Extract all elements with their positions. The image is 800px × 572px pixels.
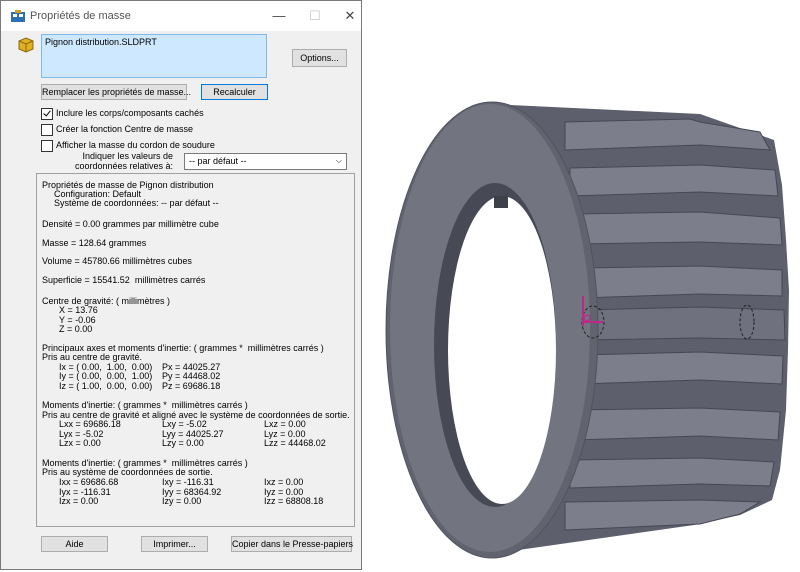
- inertia-izz: Izz = 68808.18: [264, 496, 324, 506]
- inertia-lzx: Lzx = 0.00: [59, 438, 101, 448]
- chevron-down-icon[interactable]: ⌵: [336, 156, 342, 166]
- checkbox-label: Créer la fonction Centre de masse: [56, 124, 194, 134]
- print-button[interactable]: Imprimer...: [141, 536, 208, 552]
- principal-py: Py = 44468.02: [162, 371, 221, 381]
- inertia-cog-title: Moments d'inertie: ( grammes * millimètr…: [42, 400, 248, 410]
- principal-axes-subtitle: Pris au centre de gravité.: [42, 352, 143, 362]
- inertia-lzz: Lzz = 44468.02: [264, 438, 326, 448]
- help-button[interactable]: Aide: [41, 536, 108, 552]
- inertia-izy: Izy = 0.00: [162, 496, 202, 506]
- selection-list[interactable]: Pignon distribution.SLDPRT: [41, 34, 267, 78]
- minimize-button[interactable]: —: [263, 4, 295, 28]
- mass-properties-dialog: Propriétés de masse — ☐ ✕ Pignon distrib…: [0, 0, 362, 570]
- cog-z: Z = 0.00: [59, 324, 93, 334]
- coordinate-system-select[interactable]: -- par défaut -- ⌵: [184, 153, 347, 170]
- coordinate-label: Indiquer les valeurs de coordonnées rela…: [73, 151, 173, 171]
- graphics-viewport[interactable]: [362, 0, 800, 572]
- coordinate-label-line1: Indiquer les valeurs de: [82, 151, 173, 161]
- inertia-output-subtitle: Pris au système de coordonnées de sortie…: [42, 467, 213, 477]
- checkbox-label: Inclure les corps/composants cachés: [56, 108, 204, 118]
- inertia-lxx: Lxx = 69686.18: [59, 419, 121, 429]
- checkbox-unchecked[interactable]: [41, 140, 53, 152]
- mass-value: Masse = 128.64 grammes: [42, 238, 147, 248]
- recalculate-button[interactable]: Recalculer: [201, 84, 268, 100]
- copy-to-clipboard-button[interactable]: Copier dans le Presse-papiers: [231, 536, 353, 552]
- selected-part[interactable]: Pignon distribution.SLDPRT: [45, 37, 157, 47]
- inertia-izx: Izx = 0.00: [59, 496, 99, 506]
- density-value: Densité = 0.00 grammes par millimètre cu…: [42, 219, 219, 229]
- inertia-ixz: Ixz = 0.00: [264, 477, 304, 487]
- principal-iz: Iz = ( 1.00, 0.00, 0.00): [59, 381, 153, 391]
- checkbox-unchecked[interactable]: [41, 124, 53, 136]
- inertia-ixy: Ixy = -116.31: [162, 477, 214, 487]
- coordinate-system-value: -- par défaut --: [189, 156, 247, 166]
- sprocket-part-model[interactable]: [385, 101, 789, 559]
- inertia-ixx: Ixx = 69686.68: [59, 477, 119, 487]
- mass-properties-icon: [11, 10, 25, 22]
- surface-value: Superficie = 15541.52 millimètres carrés: [42, 275, 206, 285]
- inertia-lzy: Lzy = 0.00: [162, 438, 204, 448]
- options-button[interactable]: Options...: [292, 49, 347, 67]
- results-coord-sys: Système de coordonnées: -- par défaut --: [54, 198, 219, 208]
- component-selection-icon: [18, 37, 34, 53]
- inertia-lxy: Lxy = -5.02: [162, 419, 207, 429]
- override-mass-properties-button[interactable]: Remplacer les propriétés de masse...: [41, 84, 191, 100]
- title-bar: Propriétés de masse — ☐ ✕: [1, 1, 361, 31]
- dialog-title: Propriétés de masse: [30, 10, 131, 22]
- results-panel[interactable]: Propriétés de masse de Pignon distributi…: [36, 173, 355, 527]
- inertia-lxz: Lxz = 0.00: [264, 419, 306, 429]
- coordinate-label-line2: coordonnées relatives à:: [74, 161, 173, 171]
- checkbox-checked[interactable]: [41, 108, 53, 120]
- maximize-button: ☐: [309, 8, 321, 23]
- principal-pz: Pz = 69686.18: [162, 381, 221, 391]
- volume-value: Volume = 45780.66 millimètres cubes: [42, 256, 192, 266]
- checkbox-label: Afficher la masse du cordon de soudure: [56, 140, 215, 150]
- cog-x: X = 13.76: [59, 305, 98, 315]
- principal-iy: Iy = ( 0.00, 0.00, 1.00): [59, 371, 153, 381]
